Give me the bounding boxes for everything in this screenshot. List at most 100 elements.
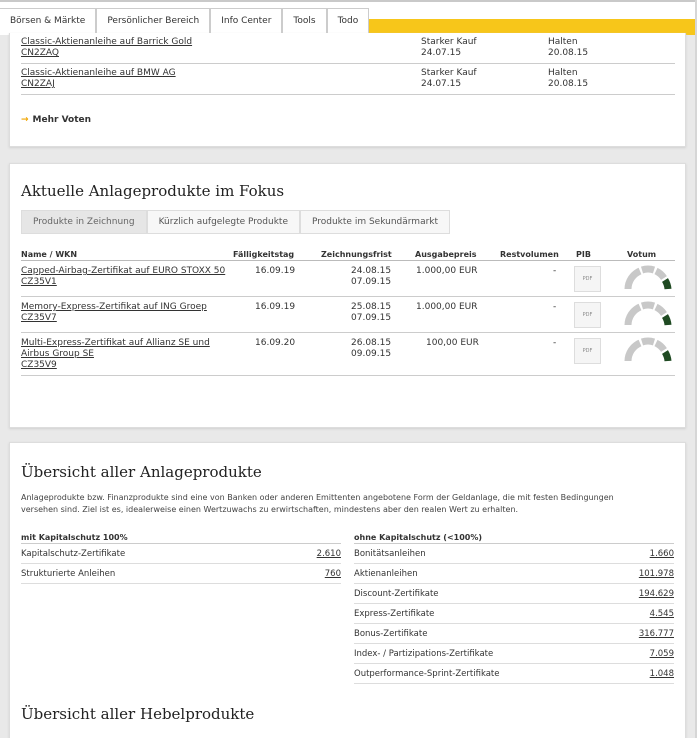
product-wkn-link[interactable]: CZ35V7	[21, 313, 57, 323]
subscription-from: 25.08.15	[351, 302, 392, 312]
lever-products-title: Übersicht aller Hebelprodukte	[21, 705, 255, 723]
vote-wkn-link[interactable]: CN2ZAJ	[21, 79, 55, 89]
col-maturity: Fälligkeitstag	[233, 250, 295, 259]
col-vote: Votum	[627, 250, 657, 259]
nav-tab-tools[interactable]: Tools	[282, 8, 327, 35]
overview-title: Übersicht aller Anlageprodukte	[21, 463, 262, 481]
description-line: Anlageprodukte bzw. Finanzprodukte sind …	[21, 493, 614, 502]
nav-tab-boersen[interactable]: Börsen & Märkte	[0, 8, 97, 35]
product-link[interactable]: Memory-Express-Zertifikat auf ING Groep	[21, 302, 207, 312]
pdf-icon[interactable]: PDF	[574, 266, 601, 292]
list-item-label: Outperformance-Sprint-Zertifikate	[354, 669, 500, 679]
list-item: Express-Zertifikate 4.545	[354, 604, 674, 624]
description-line: versehen sind. Ziel ist es, idealerweise…	[21, 505, 519, 514]
vote-value: Halten	[548, 68, 578, 78]
list-item: Kapitalschutz-Zertifikate 2.610	[21, 544, 341, 564]
vote-date: 20.08.15	[548, 48, 589, 58]
list-item-label: Bonitätsanleihen	[354, 549, 426, 559]
product-link[interactable]: Capped-Airbag-Zertifikat auf EURO STOXX …	[21, 266, 225, 276]
non-protected-header: ohne Kapitalschutz (<100%)	[354, 530, 674, 544]
product-wkn-link[interactable]: CZ35V1	[21, 277, 57, 287]
vote-wkn-link[interactable]: CN2ZAQ	[21, 48, 59, 58]
table-row: Multi-Express-Zertifikat auf Allianz SE …	[21, 333, 675, 376]
vote-gauge-icon	[624, 301, 672, 326]
tab-sekundaermarkt[interactable]: Produkte im Sekundärmarkt	[299, 210, 451, 234]
nav-tabs: Börsen & Märkte Persönlicher Bereich Inf…	[0, 8, 370, 35]
list-item-label: Aktienanleihen	[354, 569, 418, 579]
vote-row: Classic-Aktienanleihe auf Barrick Gold C…	[21, 35, 675, 64]
votes-card: Classic-Aktienanleihe auf Barrick Gold C…	[9, 33, 686, 147]
tab-in-zeichnung[interactable]: Produkte in Zeichnung	[21, 210, 147, 234]
list-item: Discount-Zertifikate 194.629	[354, 584, 674, 604]
tab-kuerzlich-aufgelegt[interactable]: Kürzlich aufgelegte Produkte	[146, 210, 300, 234]
list-item-count[interactable]: 316.777	[639, 629, 674, 639]
subscription-from: 26.08.15	[351, 338, 392, 348]
product-link[interactable]: Multi-Express-Zertifikat auf Allianz SE …	[21, 338, 210, 348]
list-item-label: Index- / Partizipations-Zertifikate	[354, 649, 494, 659]
vote-date: 20.08.15	[548, 79, 589, 89]
nav-tab-persoenlich[interactable]: Persönlicher Bereich	[96, 8, 211, 35]
list-item: Bonus-Zertifikate 316.777	[354, 624, 674, 644]
list-item-count[interactable]: 194.629	[639, 589, 674, 599]
vote-row: Classic-Aktienanleihe auf BMW AG CN2ZAJ …	[21, 66, 675, 95]
nav-tab-info-center[interactable]: Info Center	[210, 8, 283, 35]
subscription-from: 24.08.15	[351, 266, 392, 276]
vote-date: 24.07.15	[421, 79, 462, 89]
list-item: Outperformance-Sprint-Zertifikate 1.048	[354, 664, 674, 684]
vote-product-link[interactable]: Classic-Aktienanleihe auf Barrick Gold	[21, 37, 192, 47]
rest-volume: -	[553, 266, 557, 276]
list-item: Strukturierte Anleihen 760	[21, 564, 341, 584]
more-votes-link[interactable]: → Mehr Voten	[21, 115, 91, 125]
maturity-date: 16.09.19	[255, 302, 296, 312]
vote-gauge-icon	[624, 265, 672, 290]
maturity-date: 16.09.19	[255, 266, 296, 276]
list-item-label: Express-Zertifikate	[354, 609, 435, 619]
list-item-count[interactable]: 1.660	[650, 549, 674, 559]
vote-value: Starker Kauf	[421, 68, 477, 78]
col-subscription: Zeichnungsfrist	[321, 250, 392, 259]
list-item-count[interactable]: 760	[325, 569, 341, 579]
capital-protected-list: mit Kapitalschutz 100% Kapitalschutz-Zer…	[21, 530, 341, 584]
focus-subtabs: Produkte in Zeichnung Kürzlich aufgelegt…	[21, 210, 451, 234]
col-volume: Restvolumen	[500, 250, 559, 259]
list-item-count[interactable]: 101.978	[639, 569, 674, 579]
maturity-date: 16.09.20	[255, 338, 296, 348]
overview-description: Anlageprodukte bzw. Finanzprodukte sind …	[21, 492, 671, 516]
capital-protected-header: mit Kapitalschutz 100%	[21, 530, 341, 544]
products-table-header: Name / WKN Fälligkeitstag Zeichnungsfris…	[21, 250, 675, 261]
vote-date: 24.07.15	[421, 48, 462, 58]
table-row: Memory-Express-Zertifikat auf ING Groep C…	[21, 297, 675, 333]
rest-volume: -	[553, 302, 557, 312]
rest-volume: -	[553, 338, 557, 348]
product-wkn-link[interactable]: CZ35V9	[21, 360, 57, 370]
list-item-count[interactable]: 4.545	[650, 609, 674, 619]
pdf-icon[interactable]: PDF	[574, 338, 601, 364]
list-item-count[interactable]: 1.048	[650, 669, 674, 679]
more-votes-label: Mehr Voten	[32, 115, 92, 125]
table-row: Capped-Airbag-Zertifikat auf EURO STOXX …	[21, 265, 675, 297]
vote-value: Starker Kauf	[421, 37, 477, 47]
vote-gauge-icon	[624, 337, 672, 362]
list-item-label: Bonus-Zertifikate	[354, 629, 428, 639]
col-price: Ausgabepreis	[415, 250, 477, 259]
subscription-to: 09.09.15	[351, 349, 392, 359]
nav-tab-todo[interactable]: Todo	[326, 8, 370, 35]
col-name: Name / WKN	[21, 250, 78, 259]
issue-price: 1.000,00 EUR	[416, 302, 478, 312]
pdf-icon[interactable]: PDF	[574, 302, 601, 328]
list-item: Aktienanleihen 101.978	[354, 564, 674, 584]
focus-products-card: Aktuelle Anlageprodukte im Fokus Produkt…	[9, 163, 686, 428]
subscription-to: 07.09.15	[351, 313, 392, 323]
list-item: Bonitätsanleihen 1.660	[354, 544, 674, 564]
list-item-count[interactable]: 7.059	[650, 649, 674, 659]
subscription-to: 07.09.15	[351, 277, 392, 287]
product-link-cont[interactable]: Airbus Group SE	[21, 349, 94, 359]
list-item-count[interactable]: 2.610	[317, 549, 341, 559]
issue-price: 1.000,00 EUR	[416, 266, 478, 276]
focus-title: Aktuelle Anlageprodukte im Fokus	[21, 182, 285, 200]
non-protected-list: ohne Kapitalschutz (<100%) Bonitätsanlei…	[354, 530, 674, 684]
vote-product-link[interactable]: Classic-Aktienanleihe auf BMW AG	[21, 68, 176, 78]
list-item-label: Strukturierte Anleihen	[21, 569, 116, 579]
list-item: Index- / Partizipations-Zertifikate 7.059	[354, 644, 674, 664]
list-item-label: Discount-Zertifikate	[354, 589, 439, 599]
